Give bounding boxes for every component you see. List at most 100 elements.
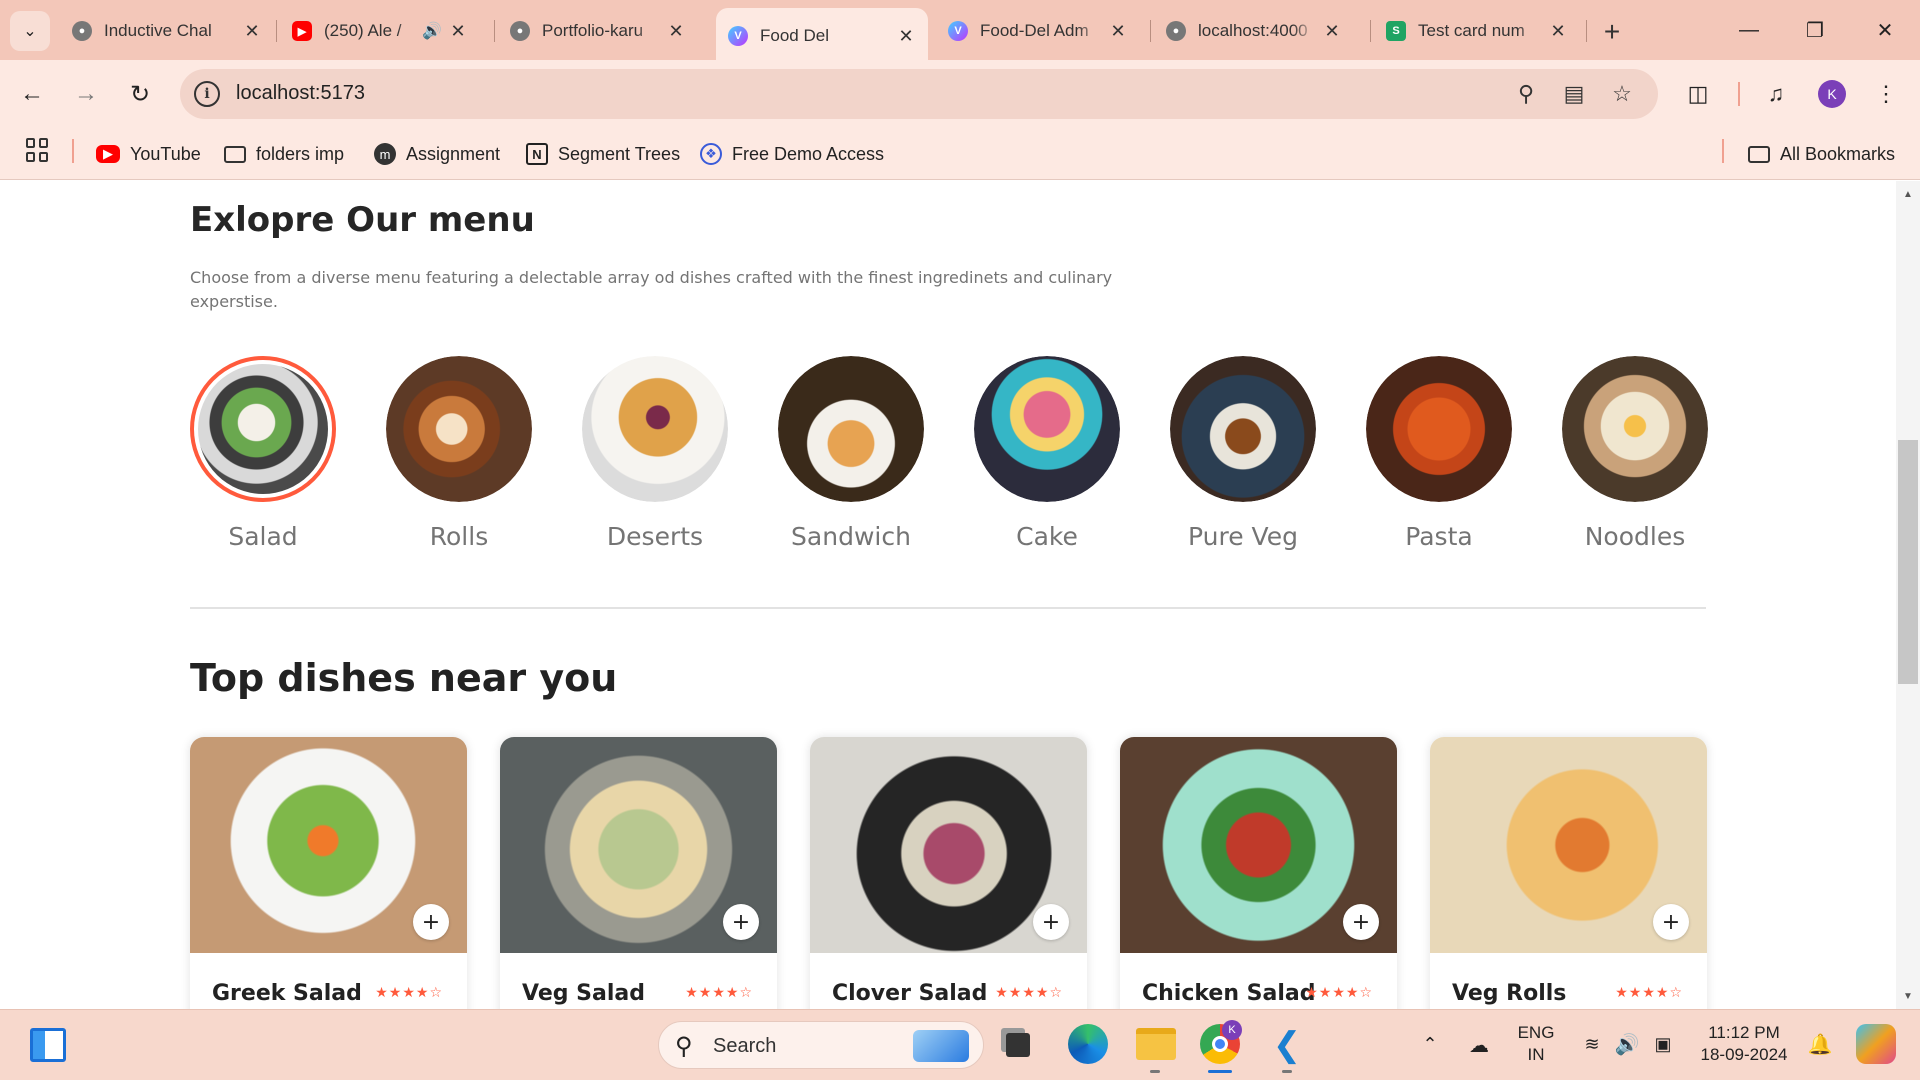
menu-kebab-icon[interactable]: ⋮ bbox=[1868, 76, 1904, 112]
close-window-button[interactable]: ✕ bbox=[1858, 10, 1912, 50]
category-image[interactable] bbox=[778, 356, 924, 502]
category-image[interactable] bbox=[1170, 356, 1316, 502]
bookmark-assignment[interactable]: m Assignment bbox=[374, 140, 500, 168]
close-icon[interactable]: ✕ bbox=[448, 21, 468, 42]
apps-grid-icon[interactable] bbox=[26, 138, 50, 162]
search-icon: ⚲ bbox=[675, 1033, 693, 1060]
add-to-cart-button[interactable]: + bbox=[413, 904, 449, 940]
add-to-cart-button[interactable]: + bbox=[723, 904, 759, 940]
category-image[interactable] bbox=[190, 356, 336, 502]
site-info-icon[interactable]: i bbox=[194, 81, 220, 107]
profile-avatar[interactable]: K bbox=[1818, 80, 1846, 108]
tab-food-del[interactable]: V Food Del ✕ bbox=[716, 8, 928, 60]
close-icon[interactable]: ✕ bbox=[242, 21, 262, 42]
tab-search-button[interactable]: ⌄ bbox=[10, 11, 50, 51]
add-to-cart-button[interactable]: + bbox=[1653, 904, 1689, 940]
add-to-cart-button[interactable]: + bbox=[1033, 904, 1069, 940]
category-sandwich[interactable]: Sandwich bbox=[778, 356, 924, 551]
vscode-icon[interactable]: ❮ bbox=[1268, 1026, 1306, 1064]
copilot-icon[interactable] bbox=[1856, 1024, 1896, 1064]
minimize-button[interactable]: — bbox=[1722, 10, 1776, 50]
category-image[interactable] bbox=[582, 356, 728, 502]
add-to-cart-button[interactable]: + bbox=[1343, 904, 1379, 940]
category-pure-veg[interactable]: Pure Veg bbox=[1170, 356, 1316, 551]
scroll-thumb[interactable] bbox=[1898, 440, 1918, 684]
food-card[interactable]: + Greek Salad ★★★★☆ bbox=[190, 737, 467, 1009]
tab-youtube[interactable]: ▶ (250) Ale / 🔊 ✕ bbox=[280, 12, 480, 50]
media-control-icon[interactable]: ♫ bbox=[1758, 76, 1794, 112]
task-view-icon[interactable] bbox=[1000, 1028, 1036, 1062]
zoom-icon[interactable]: ⚲ bbox=[1510, 78, 1542, 110]
taskbar-search[interactable]: ⚲ Search bbox=[658, 1021, 984, 1069]
volume-icon[interactable]: 🔊 bbox=[1612, 1030, 1642, 1058]
tab-test-card[interactable]: S Test card num ✕ bbox=[1374, 12, 1580, 50]
bookmark-separator bbox=[1722, 139, 1724, 163]
edge-icon[interactable] bbox=[1068, 1024, 1108, 1064]
file-explorer-icon[interactable] bbox=[1136, 1028, 1176, 1060]
start-button[interactable] bbox=[600, 1026, 636, 1062]
category-image[interactable] bbox=[1562, 356, 1708, 502]
close-icon[interactable]: ✕ bbox=[666, 21, 686, 42]
bookmark-free-demo[interactable]: ❖ Free Demo Access bbox=[700, 140, 884, 168]
language-indicator[interactable]: ENG IN bbox=[1516, 1022, 1556, 1066]
category-image[interactable] bbox=[974, 356, 1120, 502]
wifi-icon[interactable]: ≋ bbox=[1578, 1030, 1606, 1058]
back-button[interactable]: ← bbox=[12, 74, 52, 114]
close-icon[interactable]: ✕ bbox=[1322, 21, 1342, 42]
food-card[interactable]: + Chicken Salad ★★★★☆ bbox=[1120, 737, 1397, 1009]
clock-date: 18-09-2024 bbox=[1700, 1045, 1788, 1064]
category-image[interactable] bbox=[386, 356, 532, 502]
clock[interactable]: 11:12 PM 18-09-2024 bbox=[1694, 1022, 1794, 1066]
chevron-up-icon[interactable]: ⌃ bbox=[1418, 1032, 1442, 1056]
all-bookmarks-button[interactable]: All Bookmarks bbox=[1748, 140, 1895, 168]
onedrive-icon[interactable]: ☁ bbox=[1464, 1030, 1494, 1060]
speaker-icon[interactable]: 🔊 bbox=[422, 21, 442, 41]
category-deserts[interactable]: Deserts bbox=[582, 356, 728, 551]
category-cake[interactable]: Cake bbox=[974, 356, 1120, 551]
tab-localhost-4000[interactable]: ● localhost:4000 ✕ bbox=[1154, 12, 1354, 50]
card-icon[interactable]: ▤ bbox=[1558, 78, 1590, 110]
category-pasta[interactable]: Pasta bbox=[1366, 356, 1512, 551]
close-icon[interactable]: ✕ bbox=[1548, 21, 1568, 42]
clock-time: 11:12 PM bbox=[1708, 1023, 1780, 1042]
tab-portfolio[interactable]: ● Portfolio-karu ✕ bbox=[498, 12, 698, 50]
food-card[interactable]: + Veg Salad ★★★★☆ bbox=[500, 737, 777, 1009]
reload-icon: ↻ bbox=[129, 80, 151, 108]
star-icon[interactable]: ☆ bbox=[1606, 78, 1638, 110]
sheets-icon: S bbox=[1386, 21, 1406, 41]
tab-inductive[interactable]: ● Inductive Chal ✕ bbox=[60, 12, 274, 50]
category-noodles[interactable]: Noodles bbox=[1562, 356, 1708, 551]
reload-button[interactable]: ↻ bbox=[120, 74, 160, 114]
category-image[interactable] bbox=[1366, 356, 1512, 502]
address-bar[interactable]: i localhost:5173 ⚲ ▤ ☆ bbox=[180, 69, 1658, 119]
youtube-icon: ▶ bbox=[292, 21, 312, 41]
close-icon[interactable]: ✕ bbox=[1108, 21, 1128, 42]
restore-button[interactable]: ❐ bbox=[1788, 10, 1842, 50]
close-icon[interactable]: ✕ bbox=[896, 26, 916, 47]
scroll-down-icon[interactable]: ▼ bbox=[1896, 986, 1920, 1006]
rating-stars-icon: ★★★★☆ bbox=[375, 985, 443, 1001]
battery-icon[interactable]: ▣ bbox=[1648, 1030, 1678, 1058]
widgets-icon[interactable] bbox=[30, 1028, 66, 1062]
new-tab-button[interactable]: + bbox=[1594, 14, 1630, 50]
food-name: Greek Salad bbox=[212, 981, 362, 1006]
tab-food-del-admin[interactable]: V Food-Del Adm ✕ bbox=[936, 12, 1140, 50]
scroll-up-icon[interactable]: ▲ bbox=[1896, 184, 1920, 204]
food-card[interactable]: + Veg Rolls ★★★★☆ bbox=[1430, 737, 1707, 1009]
bookmark-segment-trees[interactable]: N Segment Trees bbox=[526, 140, 680, 168]
category-salad[interactable]: Salad bbox=[190, 356, 336, 551]
arrow-right-icon: → bbox=[74, 80, 98, 107]
forward-button[interactable]: → bbox=[66, 74, 106, 114]
bookmark-youtube[interactable]: ▶ YouTube bbox=[96, 140, 201, 168]
notification-icon[interactable]: 🔔 bbox=[1806, 1030, 1834, 1058]
toolbar-separator bbox=[1738, 82, 1740, 106]
tab-strip: ⌄ ● Inductive Chal ✕ ▶ (250) Ale / 🔊 ✕ ●… bbox=[0, 0, 1920, 60]
globe-icon: ● bbox=[1166, 21, 1186, 41]
bookmark-label: YouTube bbox=[130, 143, 201, 164]
extensions-icon[interactable]: ◫ bbox=[1680, 76, 1716, 112]
url-text[interactable]: localhost:5173 bbox=[236, 82, 365, 105]
food-card[interactable]: + Clover Salad ★★★★☆ bbox=[810, 737, 1087, 1009]
category-rolls[interactable]: Rolls bbox=[386, 356, 532, 551]
globe-blue-icon: ❖ bbox=[700, 143, 722, 165]
bookmark-folders-imp[interactable]: folders imp bbox=[224, 140, 344, 168]
